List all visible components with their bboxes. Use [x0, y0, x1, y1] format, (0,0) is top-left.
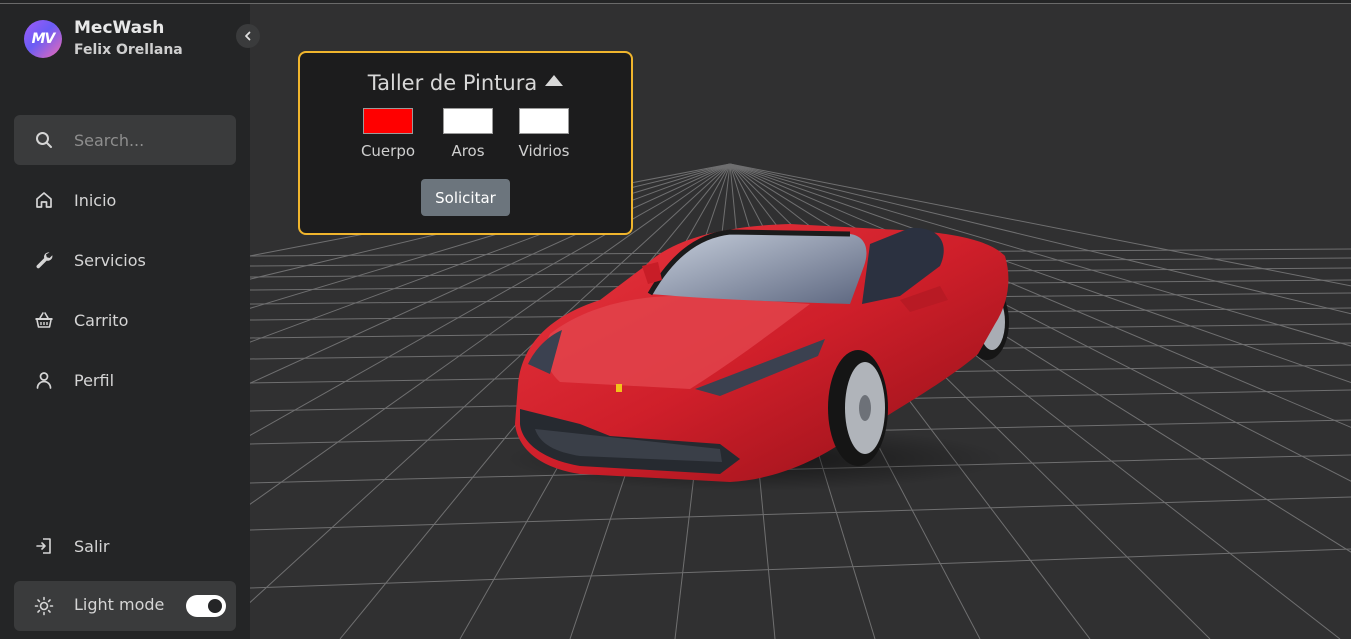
swatch-label-aros: Aros	[451, 142, 485, 160]
search-box[interactable]	[14, 115, 236, 165]
nav-item-perfil[interactable]: Perfil	[14, 355, 236, 405]
light-mode-toggle[interactable]	[186, 595, 226, 617]
logout-button[interactable]: Salir	[14, 521, 236, 571]
panel-title: Taller de Pintura	[367, 71, 538, 95]
wrench-icon	[36, 252, 53, 269]
panel-title-row[interactable]: Taller de Pintura	[300, 71, 631, 95]
nav-label-carrito: Carrito	[74, 310, 129, 330]
swatch-label-vidrios: Vidrios	[518, 142, 570, 160]
swatch-aros[interactable]	[443, 108, 493, 134]
search-icon	[36, 132, 52, 148]
brand-header: MV MecWash Felix Orellana	[24, 18, 183, 60]
user-name: Felix Orellana	[74, 42, 183, 58]
sun-icon	[34, 596, 54, 616]
brand-name: MecWash	[74, 18, 165, 38]
search-input[interactable]	[74, 115, 224, 165]
swatch-vidrios[interactable]	[519, 108, 569, 134]
sidebar: MV MecWash Felix Orellana Inicio Servici	[0, 4, 250, 639]
brand-logo: MV	[24, 20, 62, 58]
nav-item-inicio[interactable]: Inicio	[14, 175, 236, 225]
paint-shop-panel: Taller de Pintura Cuerpo Aros Vidrios So…	[298, 51, 633, 235]
nav-label-perfil: Perfil	[74, 370, 115, 390]
sidebar-collapse-button[interactable]	[236, 24, 260, 48]
solicitar-button[interactable]: Solicitar	[421, 179, 510, 216]
light-mode-label: Light mode	[74, 595, 165, 614]
collapse-triangle-icon[interactable]	[545, 75, 564, 86]
logout-icon	[36, 538, 51, 554]
basket-icon	[35, 312, 53, 328]
toggle-knob	[208, 599, 222, 613]
logout-label: Salir	[74, 536, 110, 556]
logo-initials: MV	[31, 31, 56, 47]
home-icon	[36, 192, 52, 208]
swatch-label-cuerpo: Cuerpo	[360, 142, 416, 160]
nav-item-servicios[interactable]: Servicios	[14, 235, 236, 285]
nav-label-inicio: Inicio	[74, 190, 117, 210]
user-icon	[36, 372, 52, 389]
nav-label-servicios: Servicios	[74, 250, 146, 270]
swatch-cuerpo[interactable]	[363, 108, 413, 134]
app-root: MV MecWash Felix Orellana Inicio Servici	[0, 0, 1351, 639]
nav-item-carrito[interactable]: Carrito	[14, 295, 236, 345]
window-top-border	[0, 0, 1351, 4]
light-mode-row[interactable]: Light mode	[14, 581, 236, 631]
chevron-left-icon	[245, 31, 251, 41]
